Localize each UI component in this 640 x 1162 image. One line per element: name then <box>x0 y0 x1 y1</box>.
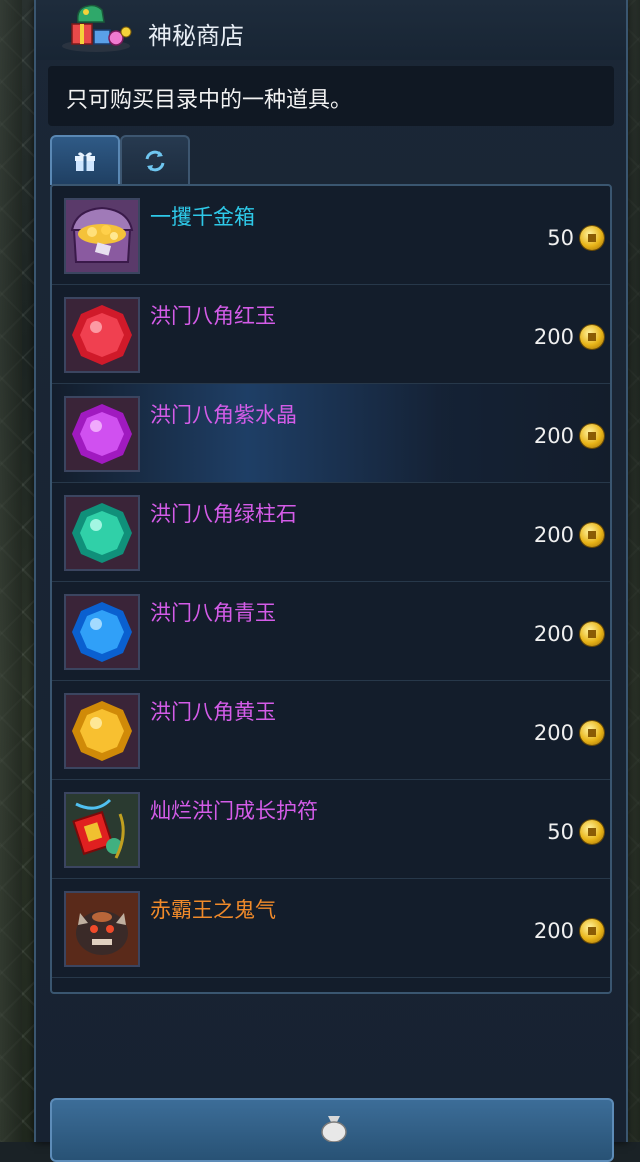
item-price: 50 <box>547 820 574 844</box>
green-gem-icon <box>64 495 140 571</box>
item-price: 200 <box>533 919 574 943</box>
item-name: 赤霸王之鬼气 <box>150 898 276 922</box>
coin-icon <box>580 721 604 745</box>
item-name: 洪门八角紫水晶 <box>150 403 297 427</box>
coin-icon <box>580 622 604 646</box>
item-name: 一攫千金箱 <box>150 205 255 229</box>
gift-box-icon <box>75 152 95 171</box>
coin-icon <box>580 919 604 943</box>
list-item[interactable]: 洪门八角红玉 200 <box>52 285 610 384</box>
treasure-chest-icon <box>64 198 140 274</box>
purple-gem-icon <box>64 396 140 472</box>
refresh-icon <box>145 150 165 172</box>
demon-beast-icon <box>64 891 140 967</box>
title-bar: 神秘商店 <box>36 0 626 60</box>
item-price: 200 <box>533 523 574 547</box>
coin-icon <box>580 820 604 844</box>
list-item[interactable]: 赤霸王之鬼气 200 <box>52 879 610 978</box>
money-bag-icon <box>321 1116 347 1142</box>
item-name: 洪门八角青玉 <box>150 601 276 625</box>
list-item[interactable]: 洪门八角绿柱石 200 <box>52 483 610 582</box>
item-price: 50 <box>547 226 574 250</box>
list-item[interactable]: 洪门八角紫水晶 200 <box>52 384 610 483</box>
item-price: 200 <box>533 622 574 646</box>
window-title: 神秘商店 <box>148 22 244 50</box>
item-name: 洪门八角绿柱石 <box>150 502 297 526</box>
item-price: 200 <box>533 424 574 448</box>
coin-icon <box>580 325 604 349</box>
description-bar: 只可购买目录中的一种道具。 <box>48 66 614 126</box>
blue-gem-icon <box>64 594 140 670</box>
coin-icon <box>580 226 604 250</box>
item-list: 一攫千金箱 50 洪门八角红玉 200 洪门八角紫水晶 200 洪门八角绿柱石 … <box>50 184 612 994</box>
coin-icon <box>580 424 604 448</box>
coin-icon <box>580 523 604 547</box>
fence-post <box>0 0 22 1142</box>
item-name: 洪门八角红玉 <box>150 304 276 328</box>
tab-gift[interactable] <box>50 135 120 185</box>
mystery-shop-window: 神秘商店 只可购买目录中的一种道具。 一攫千金箱 50 洪门八角红玉 200 洪… <box>34 0 628 1162</box>
item-price: 200 <box>533 325 574 349</box>
yellow-gem-icon <box>64 693 140 769</box>
purchase-button[interactable] <box>50 1098 614 1162</box>
gift-bag-icon <box>62 4 132 52</box>
list-item[interactable]: 洪门八角青玉 200 <box>52 582 610 681</box>
item-name: 洪门八角黄玉 <box>150 700 276 724</box>
list-item[interactable]: 洪门八角黄玉 200 <box>52 681 610 780</box>
item-name: 灿烂洪门成长护符 <box>150 799 318 823</box>
list-item[interactable]: 一攫千金箱 50 <box>52 186 610 285</box>
description-text: 只可购买目录中的一种道具。 <box>66 88 353 113</box>
item-price: 200 <box>533 721 574 745</box>
red-gem-icon <box>64 297 140 373</box>
talisman-icon <box>64 792 140 868</box>
list-item[interactable]: 灿烂洪门成长护符 50 <box>52 780 610 879</box>
tab-refresh[interactable] <box>120 135 190 185</box>
